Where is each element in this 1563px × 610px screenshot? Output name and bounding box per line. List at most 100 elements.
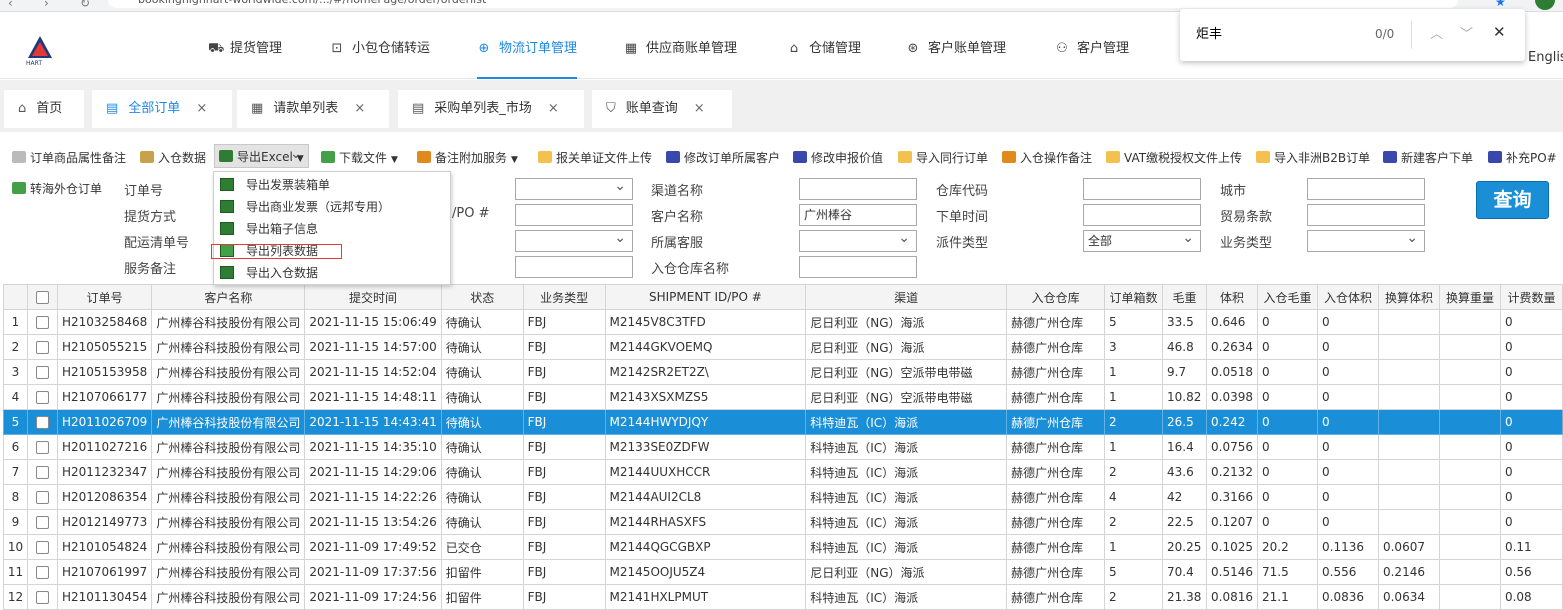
column-header[interactable]: 毛重 [1162,284,1208,310]
select-field-1[interactable] [515,176,633,200]
menu-export-inbound-data[interactable]: 导出入仓数据 [220,263,318,283]
row-checkbox[interactable] [35,591,49,604]
find-input[interactable] [1196,25,1356,40]
close-icon[interactable]: × [354,101,365,116]
nav-item-6[interactable]: ⚇ 客户管理 [1055,37,1129,79]
nav-item-5[interactable]: ⊛ 客户账单管理 [906,37,1006,79]
warehouse-name-input[interactable] [799,256,917,278]
trade-terms-input[interactable] [1307,204,1425,226]
toolbar-import-peer[interactable]: 导入同行订单 [898,146,988,170]
find-close-icon[interactable]: ✕ [1493,23,1506,41]
select-field-2[interactable] [515,228,633,252]
tab-all-orders[interactable]: ▤ 全部订单 × [92,90,232,128]
column-header[interactable]: 渠道 [805,284,1008,310]
toolbar-add-po[interactable]: 补充PO# [1488,146,1557,170]
text-field-4[interactable] [515,256,633,278]
extra-service-button[interactable]: 备注附加服务 ▼ [417,146,518,170]
toolbar-change-declared[interactable]: 修改申报价值 [793,146,883,170]
nav-item-3[interactable]: ▦ 供应商账单管理 [624,37,737,79]
column-header[interactable]: 入仓体积 [1317,284,1379,310]
column-header[interactable]: 入仓毛重 [1257,284,1318,310]
toolbar-vat-upload[interactable]: VAT缴税授权文件上传 [1106,146,1242,170]
find-prev-icon[interactable]: ︿ [1430,23,1443,42]
table-row[interactable]: 2 H2105055215 广州棒谷科技股份有限公司 2021-11-15 14:57… [3,334,1563,360]
column-header[interactable]: 入仓仓库 [1006,284,1106,310]
nav-item-4[interactable]: ⌂ 仓储管理 [787,37,861,79]
tab-purchase-orders[interactable]: ▤ 采购单列表_市场 × [398,90,584,128]
column-header[interactable]: 订单箱数 [1104,284,1164,310]
dispatch-type-select[interactable]: 全部 [1083,228,1201,252]
customer-input[interactable]: 广州棒谷 [799,204,917,226]
nav-item-2[interactable]: ⊕ 物流订单管理 [477,37,578,79]
row-checkbox[interactable] [35,441,49,454]
column-header[interactable]: 状态 [440,284,524,310]
table-row[interactable]: 8 H2012086354 广州棒谷科技股份有限公司 2021-11-15 14:22… [3,484,1563,510]
menu-export-box-info[interactable]: 导出箱子信息 [220,219,318,239]
table-row[interactable]: 5 H2011026709 广州棒谷科技股份有限公司 2021-11-15 14:43… [3,409,1563,435]
row-checkbox[interactable] [35,316,49,329]
table-row[interactable]: 7 H2011232347 广州棒谷科技股份有限公司 2021-11-15 14:29… [3,459,1563,485]
tab-home[interactable]: ⌂ 首页 [4,90,84,128]
nav-item-0[interactable]: ⛟ 提货管理 [208,37,282,79]
profile-avatar[interactable] [1535,0,1555,10]
table-row[interactable]: 11 H2107061997 广州棒谷科技股份有限公司 2021-11-09 17:3… [3,559,1563,585]
toolbar-product-remarks[interactable]: 订单商品属性备注 [12,146,126,170]
toolbar-change-customer[interactable]: 修改订单所属客户 [666,146,780,170]
table-row[interactable]: 3 H2105153958 广州棒谷科技股份有限公司 2021-11-15 14:52… [3,359,1563,385]
column-header[interactable]: 订单号 [56,284,153,310]
column-header[interactable]: 提交时间 [304,284,442,310]
query-button[interactable]: 查询 [1476,181,1549,219]
row-checkbox[interactable] [35,391,49,404]
city-input[interactable] [1307,178,1425,200]
star-icon[interactable]: ★ [1495,0,1506,9]
select-all-checkbox[interactable] [35,291,49,304]
reload-icon[interactable]: ↻ [80,0,90,10]
warehouse-code-input[interactable] [1083,178,1201,200]
close-icon[interactable]: × [694,101,705,116]
toolbar-import-b2b[interactable]: 导入非洲B2B订单 [1256,146,1370,170]
toolbar-inbound-data[interactable]: 入仓数据 [140,146,206,170]
table-row[interactable]: 9 H2012149773 广州棒谷科技股份有限公司 2021-11-15 13:54… [3,509,1563,535]
column-header[interactable]: SHIPMENT ID/PO # [604,284,807,310]
tab-payment-requests[interactable]: ▦ 请款单列表 × [237,90,389,128]
row-checkbox[interactable] [35,366,49,379]
column-header[interactable]: 换算体积 [1377,284,1440,310]
forward-icon[interactable]: › [44,0,49,10]
row-checkbox[interactable] [35,466,49,479]
row-checkbox[interactable] [35,566,49,579]
nav-item-1[interactable]: ⊡ 小包仓储转运 [330,37,430,79]
row-checkbox[interactable] [35,541,49,554]
address-bar[interactable]: bookinghighhart-worldwide.com/.../#/home… [108,0,1458,8]
close-icon[interactable]: × [548,101,559,116]
find-next-icon[interactable]: ﹀ [1460,23,1473,42]
back-icon[interactable]: ‹ [8,0,13,10]
close-icon[interactable]: × [196,101,207,116]
cs-select[interactable] [799,228,917,252]
column-header[interactable]: 客户名称 [151,284,306,310]
business-type-select[interactable] [1307,228,1425,252]
channel-input[interactable] [799,178,917,200]
po-input[interactable] [515,204,633,226]
menu-export-commercial-invoice[interactable]: 导出商业发票（远邦专用） [220,197,390,217]
menu-export-invoice-packing[interactable]: 导出发票装箱单 [220,175,330,195]
tab-bill-query[interactable]: ⛉ 账单查询 × [592,90,732,128]
table-row[interactable]: 10 H2101054824 广州棒谷科技股份有限公司 2021-11-09 17:4… [3,534,1563,560]
language-switch[interactable]: Englis [1528,50,1563,65]
column-header[interactable]: 业务类型 [522,284,606,310]
table-row[interactable]: 1 H2103258468 广州棒谷科技股份有限公司 2021-11-15 15:06… [3,309,1563,335]
table-row[interactable]: 4 H2107066177 广州棒谷科技股份有限公司 2021-11-15 14:48… [3,384,1563,410]
toolbar-new-customer-order[interactable]: 新建客户下单 [1383,146,1473,170]
column-header[interactable]: 换算重量 [1438,284,1501,310]
toolbar-customs-upload[interactable]: 报关单证文件上传 [538,146,652,170]
column-header[interactable]: 体积 [1206,284,1259,310]
export-excel-button[interactable]: 导出Excel ▼ [214,142,309,168]
row-checkbox[interactable] [35,491,49,504]
toolbar-inbound-remarks[interactable]: 入仓操作备注 [1002,146,1092,170]
download-file-button[interactable]: 下载文件 ▼ [321,146,398,170]
table-row[interactable]: 12 H2101130454 广州棒谷科技股份有限公司 2021-11-09 17:2… [3,584,1563,610]
row-checkbox[interactable] [35,416,49,429]
order-time-input[interactable] [1083,204,1201,226]
row-checkbox[interactable] [35,516,49,529]
table-row[interactable]: 6 H2011027216 广州棒谷科技股份有限公司 2021-11-15 14:35… [3,434,1563,460]
column-header[interactable]: 计费数量 [1499,284,1563,310]
